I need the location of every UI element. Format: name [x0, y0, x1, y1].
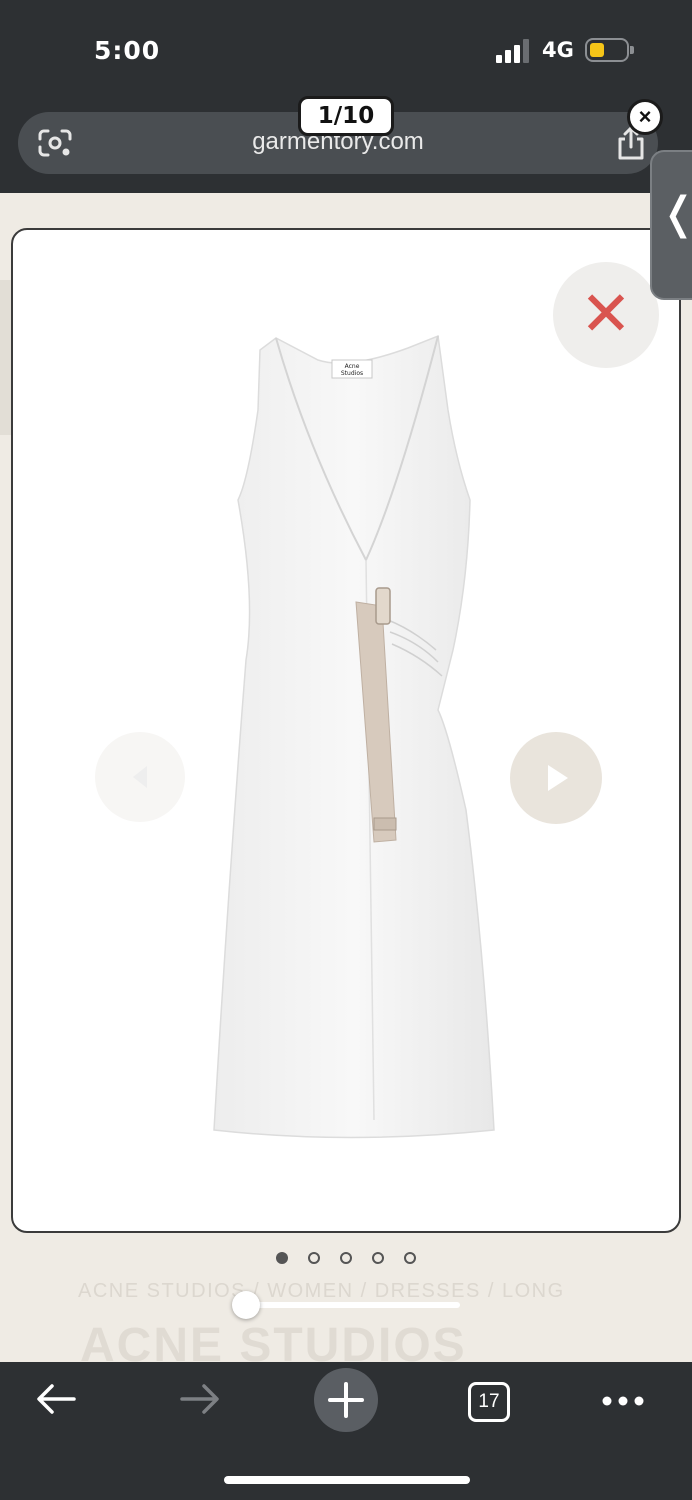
image-gallery-modal: ✕ Acne Studios	[11, 228, 681, 1233]
new-tab-button[interactable]	[314, 1368, 378, 1432]
signal-strength-icon	[496, 39, 532, 63]
close-icon: ✕	[580, 277, 632, 350]
battery-icon	[585, 38, 634, 62]
status-time: 5:00	[94, 36, 161, 65]
plus-icon	[328, 1382, 364, 1418]
previous-image-button[interactable]	[95, 732, 185, 822]
image-slider[interactable]	[232, 1291, 460, 1319]
chevron-left-icon	[133, 766, 147, 788]
svg-text:Studios: Studios	[341, 370, 363, 377]
home-indicator[interactable]	[224, 1476, 470, 1484]
play-right-icon	[548, 765, 568, 791]
pagination-dot[interactable]	[308, 1252, 320, 1264]
chevron-left-icon: ❬	[660, 188, 692, 239]
pagination-dot[interactable]	[340, 1252, 352, 1264]
status-bar: 5:00 4G	[0, 0, 692, 100]
close-gallery-button[interactable]: ✕	[553, 262, 659, 368]
tab-count-button[interactable]: 17	[468, 1382, 510, 1422]
breadcrumb: ACNE STUDIOS / WOMEN / DRESSES / LONG	[78, 1280, 565, 1302]
forward-arrow-icon[interactable]	[178, 1374, 222, 1424]
pagination-dot[interactable]	[404, 1252, 416, 1264]
svg-text:Acne: Acne	[345, 363, 360, 370]
back-arrow-icon[interactable]	[34, 1374, 78, 1424]
brand-title: ACNE STUDIOS	[80, 1319, 467, 1362]
network-type: 4G	[542, 38, 574, 62]
pagination-dot[interactable]	[372, 1252, 384, 1264]
pagination-dot[interactable]	[276, 1252, 288, 1264]
more-dots-icon[interactable]	[600, 1374, 646, 1424]
side-panel-handle[interactable]: ❬	[650, 150, 692, 300]
next-image-button[interactable]	[510, 732, 602, 824]
image-counter: 1/10	[298, 96, 394, 136]
close-overlay-button[interactable]: ×	[627, 99, 663, 135]
product-image[interactable]: Acne Studios	[198, 330, 498, 1142]
slider-knob[interactable]	[232, 1291, 260, 1319]
